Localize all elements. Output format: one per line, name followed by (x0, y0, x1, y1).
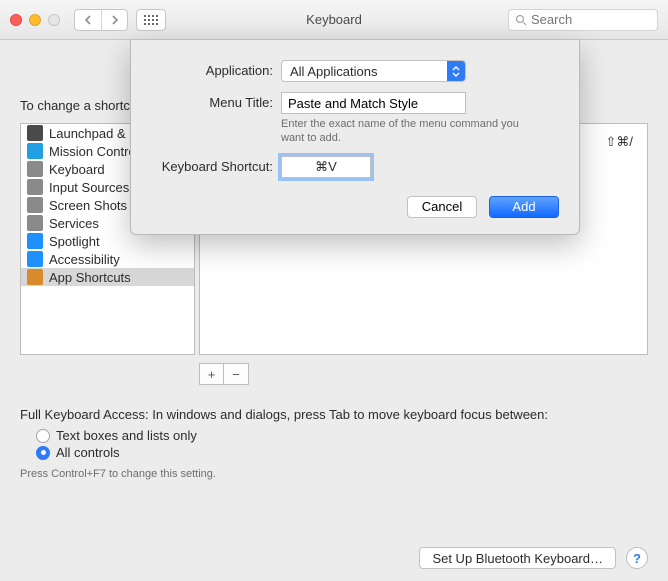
accessibility-icon (27, 251, 43, 267)
sidebar-item-label: Accessibility (49, 252, 120, 267)
sidebar-item-label: App Shortcuts (49, 270, 131, 285)
sidebar-item-label: Screen Shots (49, 198, 127, 213)
application-value: All Applications (282, 64, 447, 79)
app-shortcuts-icon (27, 269, 43, 285)
full-keyboard-access-section: Full Keyboard Access: In windows and dia… (20, 407, 648, 480)
keyboard-icon (27, 161, 43, 177)
search-icon (515, 14, 527, 26)
fka-option-label: All controls (56, 445, 120, 460)
show-all-button[interactable] (136, 9, 166, 31)
application-popup[interactable]: All Applications (281, 60, 466, 82)
bluetooth-keyboard-button[interactable]: Set Up Bluetooth Keyboard… (419, 547, 616, 569)
menu-title-hint: Enter the exact name of the menu command… (281, 117, 531, 146)
fka-option-label: Text boxes and lists only (56, 428, 197, 443)
help-button[interactable]: ? (626, 547, 648, 569)
sidebar-item[interactable]: Spotlight (21, 232, 194, 250)
sidebar-item-label: Spotlight (49, 234, 100, 249)
add-remove-controls: + − (199, 363, 648, 385)
footer: Set Up Bluetooth Keyboard… ? (0, 535, 668, 581)
fka-hint: Press Control+F7 to change this setting. (20, 468, 648, 480)
zoom-window-button (48, 14, 60, 26)
minimize-window-button[interactable] (29, 14, 41, 26)
search-field[interactable] (508, 9, 658, 31)
shortcut-label: Keyboard Shortcut: (151, 156, 281, 174)
window-controls (10, 14, 60, 26)
close-window-button[interactable] (10, 14, 22, 26)
fka-option-allcontrols[interactable]: All controls (36, 445, 648, 460)
add-shortcut-button[interactable]: + (199, 363, 224, 385)
grid-icon (144, 15, 158, 25)
back-button[interactable] (75, 10, 101, 30)
input-sources-icon (27, 179, 43, 195)
sidebar-item-label: Mission Control (49, 144, 139, 159)
add-button[interactable]: Add (489, 196, 559, 218)
menu-title-label: Menu Title: (151, 92, 281, 110)
sidebar-item-label: Input Sources (49, 180, 129, 195)
fka-title: Full Keyboard Access: In windows and dia… (20, 407, 648, 422)
spotlight-icon (27, 233, 43, 249)
nav-back-forward (74, 9, 128, 31)
shortcut-input[interactable]: ⌘V (281, 156, 371, 178)
screenshot-icon (27, 197, 43, 213)
sidebar-item-label: Services (49, 216, 99, 231)
application-label: Application: (151, 60, 281, 78)
add-shortcut-sheet: Application: All Applications Menu Title… (130, 40, 580, 235)
mission-control-icon (27, 143, 43, 159)
fka-option-textboxes[interactable]: Text boxes and lists only (36, 428, 648, 443)
menu-title-input[interactable] (281, 92, 466, 114)
cancel-button[interactable]: Cancel (407, 196, 477, 218)
search-input[interactable] (531, 12, 651, 27)
popup-arrows-icon (447, 61, 465, 81)
sidebar-item[interactable]: App Shortcuts (21, 268, 194, 286)
radio-icon (36, 446, 50, 460)
radio-icon (36, 429, 50, 443)
remove-shortcut-button[interactable]: − (224, 363, 249, 385)
sidebar-item-label: Keyboard (49, 162, 105, 177)
title-bar: Keyboard (0, 0, 668, 40)
launchpad-icon (27, 125, 43, 141)
services-icon (27, 215, 43, 231)
sidebar-item[interactable]: Accessibility (21, 250, 194, 268)
forward-button[interactable] (101, 10, 127, 30)
